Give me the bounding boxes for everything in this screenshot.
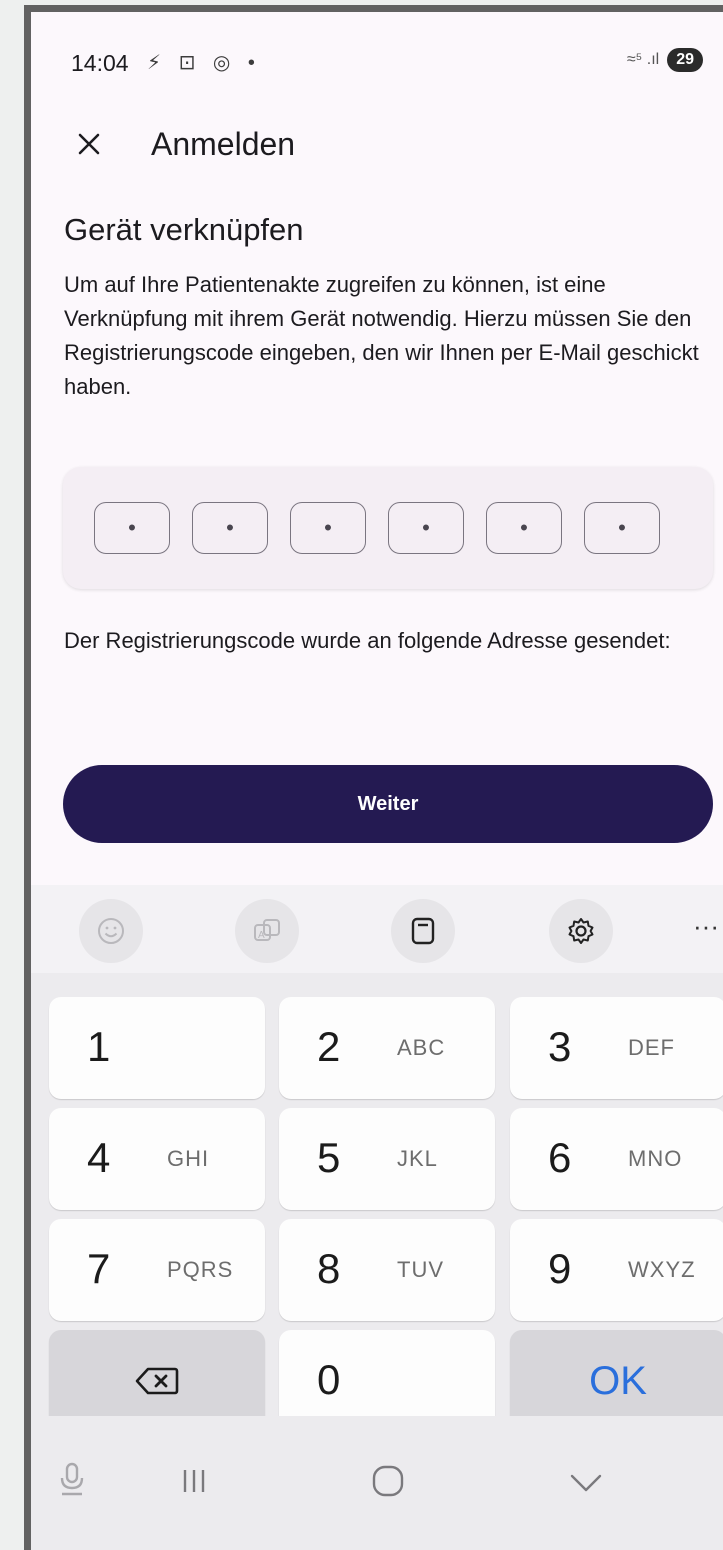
key-7[interactable]: 7 PQRS bbox=[49, 1219, 265, 1321]
status-time: 14:04 bbox=[71, 50, 129, 76]
svg-text:A: A bbox=[258, 930, 265, 941]
key-digit: 1 bbox=[87, 1023, 111, 1070]
close-icon bbox=[78, 133, 100, 155]
key-digit: 8 bbox=[317, 1245, 341, 1292]
key-letters: TUV bbox=[397, 1257, 444, 1282]
key-6[interactable]: 6 MNO bbox=[510, 1108, 723, 1210]
home-icon[interactable] bbox=[371, 1464, 405, 1498]
key-letters: WXYZ bbox=[628, 1257, 696, 1282]
key-1[interactable]: 1 bbox=[49, 997, 265, 1099]
key-4[interactable]: 4 GHI bbox=[49, 1108, 265, 1210]
description-text: Um auf Ihre Patientenakte zugreifen zu k… bbox=[64, 272, 699, 399]
status-right: ≈⁵ .ıl 29 bbox=[627, 48, 703, 72]
key-2[interactable]: 2 ABC bbox=[279, 997, 495, 1099]
code-cell-dot: • bbox=[324, 515, 332, 540]
key-letters: ABC bbox=[397, 1035, 446, 1060]
signal-icon: ≈⁵ .ıl bbox=[626, 51, 660, 68]
code-cell-5[interactable]: • bbox=[486, 502, 562, 554]
key-letters: GHI bbox=[167, 1146, 210, 1171]
clipboard-button[interactable] bbox=[391, 899, 455, 963]
emoji-button[interactable] bbox=[79, 899, 143, 963]
key-digit: 5 bbox=[317, 1134, 341, 1181]
key-letters: PQRS bbox=[167, 1257, 234, 1282]
key-digit: 6 bbox=[548, 1134, 572, 1181]
code-cell-dot: • bbox=[520, 515, 528, 540]
key-digit: 0 bbox=[317, 1356, 341, 1403]
translate-icon: A bbox=[254, 919, 280, 941]
sent-to-text: Der Registrierungscode wurde an folgende… bbox=[64, 628, 671, 653]
key-digit: 3 bbox=[548, 1023, 572, 1070]
key-digit: 9 bbox=[548, 1245, 572, 1292]
screen: 14:04 ⚡ ⊡ ◎ • ≈⁵ .ıl 29 Anmelden Gerät v… bbox=[31, 12, 723, 1550]
key-digit: 7 bbox=[87, 1245, 111, 1292]
phone-frame: 14:04 ⚡ ⊡ ◎ • ≈⁵ .ıl 29 Anmelden Gerät v… bbox=[24, 5, 723, 1550]
code-cell-4[interactable]: • bbox=[388, 502, 464, 554]
key-9[interactable]: 9 WXYZ bbox=[510, 1219, 723, 1321]
navigation-bar bbox=[31, 1416, 723, 1550]
code-cell-dot: • bbox=[618, 515, 626, 540]
key-letters: JKL bbox=[397, 1146, 438, 1171]
app-bar: Anmelden bbox=[31, 112, 723, 176]
continue-button[interactable]: Weiter bbox=[63, 765, 713, 843]
key-8[interactable]: 8 TUV bbox=[279, 1219, 495, 1321]
code-cell-dot: • bbox=[226, 515, 234, 540]
code-cell-dot: • bbox=[128, 515, 136, 540]
code-cell-dot: • bbox=[422, 515, 430, 540]
key-letters: MNO bbox=[628, 1146, 683, 1171]
recent-apps-icon[interactable] bbox=[179, 1466, 209, 1496]
translate-button[interactable]: A bbox=[235, 899, 299, 963]
settings-icon bbox=[568, 918, 594, 944]
more-icon[interactable]: ··· bbox=[693, 911, 719, 942]
code-cell-1[interactable]: • bbox=[94, 502, 170, 554]
code-cell-6[interactable]: • bbox=[584, 502, 660, 554]
page-title: Anmelden bbox=[151, 126, 296, 162]
code-cell-3[interactable]: • bbox=[290, 502, 366, 554]
key-digit: 4 bbox=[87, 1134, 111, 1181]
battery-badge: 29 bbox=[667, 48, 703, 72]
settings-button[interactable] bbox=[549, 899, 613, 963]
code-cells: • • • • • • bbox=[94, 502, 660, 554]
notification-icons: ⚡ ⊡ ◎ • bbox=[147, 52, 261, 74]
key-3[interactable]: 3 DEF bbox=[510, 997, 723, 1099]
close-button[interactable] bbox=[69, 122, 109, 166]
code-cell-2[interactable]: • bbox=[192, 502, 268, 554]
status-bar: 14:04 ⚡ ⊡ ◎ • ≈⁵ .ıl 29 bbox=[31, 12, 723, 92]
chevron-down-icon[interactable] bbox=[569, 1472, 603, 1494]
clipboard-icon bbox=[411, 917, 435, 945]
backspace-icon bbox=[135, 1367, 179, 1395]
section-heading: Gerät verknüpfen bbox=[64, 212, 304, 247]
keyboard-toolbar: A ··· bbox=[31, 885, 723, 973]
key-digit: 2 bbox=[317, 1023, 341, 1070]
microphone-icon[interactable] bbox=[59, 1460, 85, 1500]
emoji-icon bbox=[98, 918, 124, 944]
code-input-card: • • • • • • bbox=[63, 467, 713, 589]
key-letters: DEF bbox=[628, 1035, 675, 1060]
key-5[interactable]: 5 JKL bbox=[279, 1108, 495, 1210]
